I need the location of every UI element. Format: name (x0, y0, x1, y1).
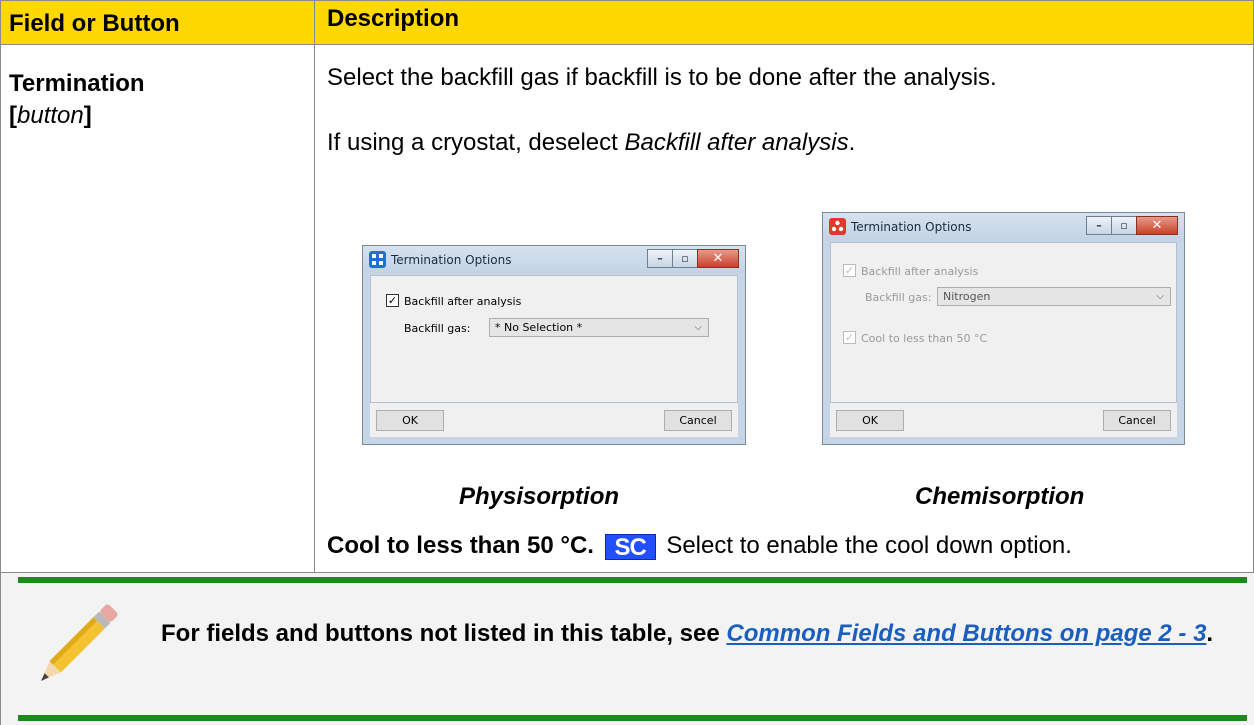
chevron-down-icon: ⌵ (1156, 291, 1164, 302)
maximize-icon: ▫ (1120, 219, 1128, 232)
close-button[interactable]: ✕ (1136, 216, 1178, 235)
backfill-checkbox[interactable]: ✓ (843, 264, 856, 277)
note-top-rule (18, 577, 1247, 583)
chemisorption-termination-dialog: Termination Options – ▫ ✕ ✓ Backfill aft… (822, 212, 1185, 445)
description-line-2: If using a cryostat, deselect Backfill a… (327, 129, 856, 156)
backfill-gas-select[interactable]: * No Selection * ⌵ (489, 318, 709, 337)
backfill-gas-select[interactable]: Nitrogen ⌵ (937, 287, 1171, 306)
chevron-down-icon: ⌵ (694, 322, 702, 333)
column-divider (314, 1, 315, 572)
maximize-button[interactable]: ▫ (672, 249, 698, 268)
window-controls: – ▫ ✕ (647, 249, 739, 269)
close-icon: ✕ (712, 251, 724, 266)
dialog-body: ✓ Backfill after analysis Backfill gas: … (830, 242, 1177, 403)
app-icon (829, 218, 846, 235)
physisorption-caption: Physisorption (459, 483, 620, 510)
cool-option-description: Select to enable the cool down option. (666, 532, 1072, 559)
window-controls: – ▫ ✕ (1086, 216, 1178, 236)
field-description-table: Field or Button Description Termination … (0, 0, 1254, 573)
backfill-checkbox-label: Backfill after analysis (404, 295, 522, 308)
header-description: Description (327, 5, 460, 32)
close-icon: ✕ (1151, 218, 1163, 233)
sc-badge-icon: SC (604, 534, 656, 561)
dialog-titlebar: Termination Options – ▫ ✕ (363, 246, 745, 274)
minimize-icon: – (657, 252, 663, 265)
dialog-footer: OK Cancel (830, 403, 1177, 437)
field-type: [button] (9, 102, 92, 129)
backfill-gas-value: Nitrogen (943, 290, 991, 303)
header-field-or-button: Field or Button (9, 10, 180, 37)
cool-option-row: Cool to less than 50 °C. SC Select to en… (327, 532, 1072, 561)
backfill-checkbox[interactable]: ✓ (386, 294, 399, 307)
table-header-row: Field or Button Description (1, 1, 1253, 45)
field-name: Termination (9, 70, 145, 97)
backfill-gas-value: * No Selection * (495, 321, 583, 334)
field-name-cell: Termination [button] (9, 68, 145, 132)
cool-option-label: Cool to less than 50 °C. (327, 532, 594, 559)
description-line-1: Select the backfill gas if backfill is t… (327, 64, 997, 91)
note-text: For fields and buttons not listed in thi… (161, 620, 1214, 647)
maximize-button[interactable]: ▫ (1111, 216, 1137, 235)
note-bottom-rule (18, 715, 1247, 721)
common-fields-link[interactable]: Common Fields and Buttons on page 2 - 3 (726, 620, 1206, 647)
cool-checkbox-label: Cool to less than 50 °C (861, 332, 988, 345)
ok-button[interactable]: OK (836, 410, 904, 431)
maximize-icon: ▫ (681, 252, 689, 265)
minimize-icon: – (1096, 219, 1102, 232)
dialog-footer: OK Cancel (370, 403, 738, 437)
minimize-button[interactable]: – (647, 249, 673, 268)
backfill-gas-label: Backfill gas: (865, 291, 932, 304)
ok-button[interactable]: OK (376, 410, 444, 431)
backfill-checkbox-label: Backfill after analysis (861, 265, 979, 278)
dialog-title: Termination Options (851, 220, 972, 234)
note-box: For fields and buttons not listed in thi… (0, 573, 1254, 725)
minimize-button[interactable]: – (1086, 216, 1112, 235)
chemisorption-caption: Chemisorption (915, 483, 1085, 510)
app-icon (369, 251, 386, 268)
dialog-titlebar: Termination Options – ▫ ✕ (823, 213, 1184, 241)
physisorption-termination-dialog: Termination Options – ▫ ✕ ✓ Backfill aft… (362, 245, 746, 445)
dialog-title: Termination Options (391, 253, 512, 267)
dialog-body: ✓ Backfill after analysis Backfill gas: … (370, 275, 738, 403)
cancel-button[interactable]: Cancel (664, 410, 732, 431)
cancel-button[interactable]: Cancel (1103, 410, 1171, 431)
close-button[interactable]: ✕ (697, 249, 739, 268)
backfill-gas-label: Backfill gas: (404, 322, 471, 335)
pencil-icon (41, 604, 118, 681)
cool-checkbox[interactable]: ✓ (843, 331, 856, 344)
